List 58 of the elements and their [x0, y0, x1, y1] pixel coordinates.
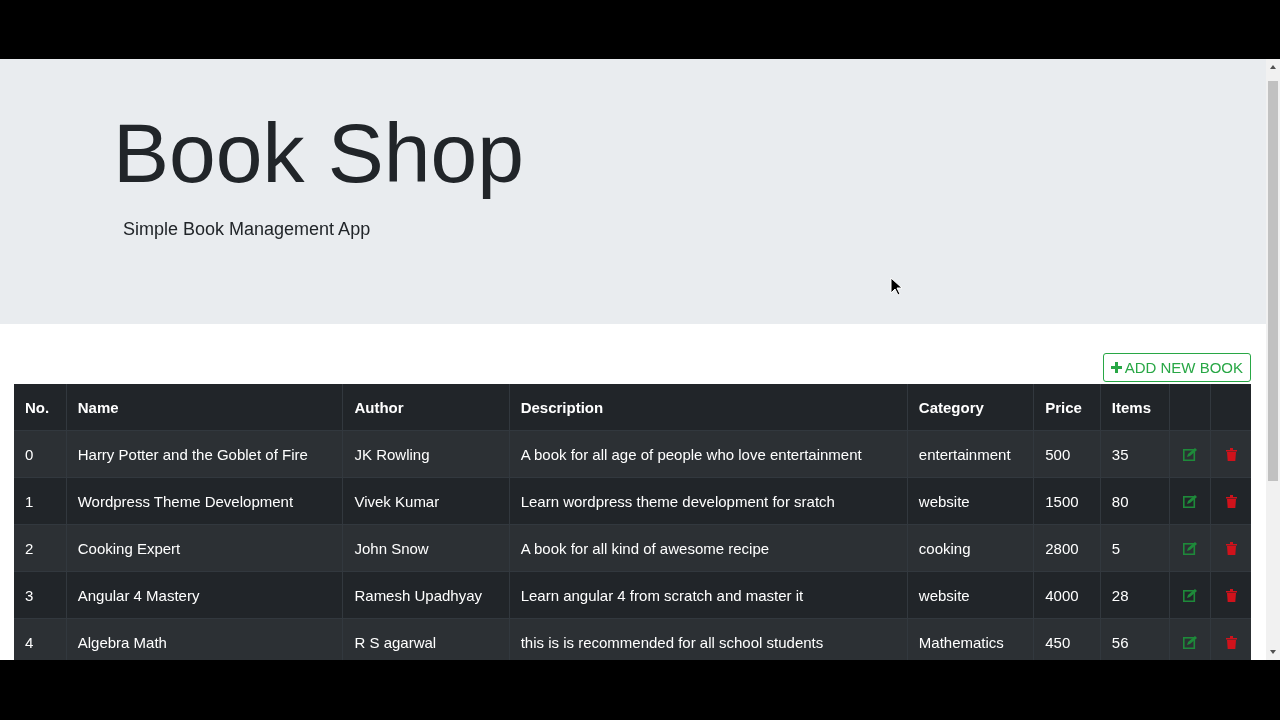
table-cell: Harry Potter and the Goblet of Fire	[66, 430, 343, 478]
table-cell: 2	[14, 524, 67, 572]
table-cell: this is is recommended for all school students	[509, 618, 908, 660]
scrollbar[interactable]	[1266, 59, 1280, 660]
add-new-book-button[interactable]: ADD NEW BOOK	[1102, 353, 1251, 382]
table-cell: 4000	[1033, 571, 1101, 619]
edit-icon[interactable]	[1182, 541, 1198, 555]
table-cell: Mathematics	[907, 618, 1034, 660]
table-cell: Angular 4 Mastery	[66, 571, 343, 619]
table-cell: 1	[14, 477, 67, 525]
table-cell: website	[907, 477, 1034, 525]
table-cell: Learn wordpress theme development for sratch	[509, 477, 908, 525]
table-cell: Cooking Expert	[66, 524, 343, 572]
plus-icon	[1110, 362, 1122, 373]
page-subtitle: Simple Book Management App	[123, 219, 371, 241]
table-cell: 35	[1100, 430, 1170, 478]
mouse-cursor-icon	[890, 277, 902, 296]
column-header: Author	[342, 384, 510, 431]
table-cell: entertainment	[907, 430, 1034, 478]
table-cell: 28	[1100, 571, 1170, 619]
table-cell: website	[907, 571, 1034, 619]
edit-icon[interactable]	[1182, 588, 1198, 602]
trash-icon[interactable]	[1225, 635, 1237, 649]
table-cell: A book for all age of people who love entertainment	[509, 430, 908, 478]
table-cell: Learn angular 4 from scratch and master it	[509, 571, 908, 619]
table-cell: 1500	[1033, 477, 1101, 525]
table-cell: 80	[1100, 477, 1170, 525]
table-cell: Vivek Kumar	[342, 477, 510, 525]
table-cell: 4	[14, 618, 67, 660]
column-header: Category	[907, 384, 1034, 431]
trash-icon[interactable]	[1225, 541, 1237, 555]
table-cell: JK Rowling	[342, 430, 510, 478]
column-header: Items	[1100, 384, 1170, 431]
column-header: No.	[14, 384, 67, 431]
table-cell: 3	[14, 571, 67, 619]
table-cell: Ramesh Upadhyay	[342, 571, 510, 619]
table-cell: A book for all kind of awesome recipe	[509, 524, 908, 572]
column-header: Price	[1033, 384, 1101, 431]
column-header: Name	[66, 384, 343, 431]
table-cell: 56	[1100, 618, 1170, 660]
table-cell: Algebra Math	[66, 618, 343, 660]
edit-icon[interactable]	[1182, 494, 1198, 508]
table-cell: 5	[1100, 524, 1170, 572]
page-title: Book Shop	[113, 107, 524, 200]
table-cell: R S agarwal	[342, 618, 510, 660]
trash-icon[interactable]	[1225, 588, 1237, 602]
edit-icon[interactable]	[1182, 635, 1198, 649]
table-cell: Wordpress Theme Development	[66, 477, 343, 525]
table-cell: 0	[14, 430, 67, 478]
table-cell: 2800	[1033, 524, 1101, 572]
column-header: Description	[509, 384, 908, 431]
table-cell: 500	[1033, 430, 1101, 478]
trash-icon[interactable]	[1225, 447, 1237, 461]
table-cell: 450	[1033, 618, 1101, 660]
edit-icon[interactable]	[1182, 447, 1198, 461]
table-cell: John Snow	[342, 524, 510, 572]
trash-icon[interactable]	[1225, 494, 1237, 508]
table-cell: cooking	[907, 524, 1034, 572]
